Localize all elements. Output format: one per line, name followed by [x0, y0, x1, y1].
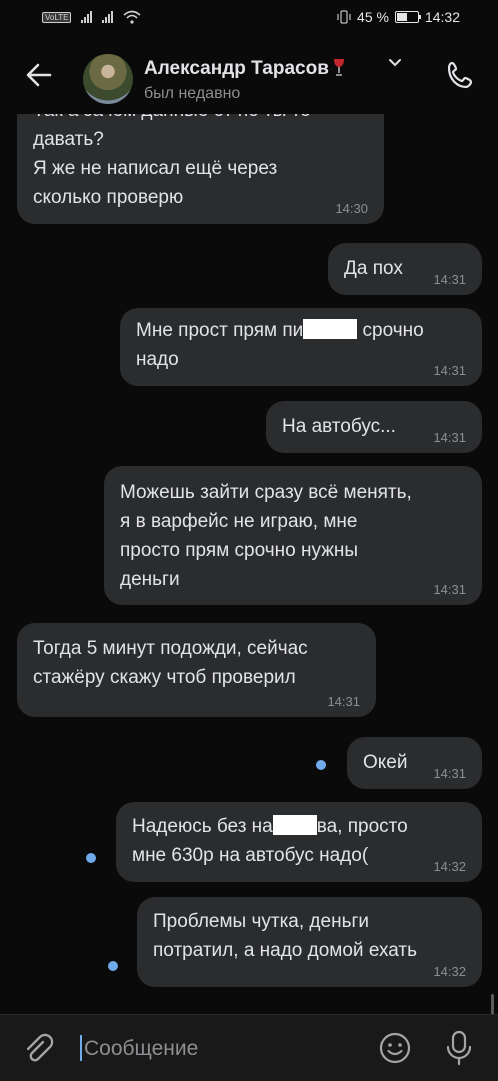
status-left: VoLTE	[42, 10, 141, 24]
contact-status: был недавно	[144, 85, 241, 102]
message-bubble[interactable]: Так а зачем данные от но ты то давать? Я…	[17, 114, 384, 224]
contact-name-row[interactable]: Александр Тарасов	[144, 58, 345, 80]
message-text: Проблемы чутка, деньги потратил, а надо …	[153, 911, 418, 961]
message-text: Тогда 5 минут подожди, сейчас стажёру ск…	[33, 638, 308, 688]
status-right: 45 % 14:32	[337, 9, 460, 25]
signal-icon-2	[102, 11, 114, 23]
text-caret	[80, 1035, 82, 1061]
redaction-block	[272, 815, 317, 835]
message-time: 14:31	[433, 766, 466, 781]
scrollbar[interactable]	[491, 994, 494, 1014]
message-bubble[interactable]: Тогда 5 минут подожди, сейчас стажёру ск…	[17, 623, 376, 717]
message-bubble[interactable]: Проблемы чутка, деньги потратил, а надо …	[137, 897, 482, 987]
arrow-left-icon	[26, 63, 52, 87]
unread-dot	[108, 961, 118, 971]
message-bubble[interactable]: Можешь зайти сразу всё менять, я в варфе…	[104, 466, 482, 605]
message-bubble[interactable]: Да пох 14:31	[328, 243, 482, 295]
vibrate-icon	[337, 10, 351, 24]
battery-icon	[394, 11, 421, 23]
contact-name: Александр Тарасов	[144, 58, 329, 79]
emoji-button[interactable]	[378, 1031, 412, 1065]
smile-icon	[379, 1032, 411, 1064]
message-time: 14:31	[327, 694, 360, 709]
attach-button[interactable]	[22, 1031, 56, 1065]
battery-percent: 45 %	[357, 9, 389, 25]
message-text: Можешь зайти сразу всё менять, я в варфе…	[120, 482, 412, 590]
voice-message-button[interactable]	[444, 1029, 474, 1067]
message-text: Надеюсь без на ва, просто мне 630р на авт…	[132, 812, 466, 870]
microphone-icon	[446, 1030, 472, 1066]
message-time: 14:31	[433, 582, 466, 597]
unread-dot	[316, 760, 326, 770]
chevron-down-icon[interactable]	[388, 56, 402, 70]
message-time: 14:31	[433, 272, 466, 287]
wine-glass-icon	[333, 59, 344, 76]
message-text: Мне прост прям пи срочно надо	[136, 316, 466, 374]
message-time: 14:32	[433, 859, 466, 874]
message-text-part: Надеюсь без на	[132, 816, 273, 837]
volte-badge: VoLTE	[42, 11, 72, 23]
message-composer	[0, 1014, 498, 1081]
message-bubble[interactable]: На автобус... 14:31	[266, 401, 482, 453]
message-time: 14:30	[335, 201, 368, 216]
message-text: Так а зачем данные от но ты то давать? Я…	[33, 114, 311, 208]
redaction-block	[303, 319, 358, 339]
unread-dot	[86, 853, 96, 863]
message-bubble[interactable]: Окей 14:31	[347, 737, 482, 789]
phone-icon	[447, 61, 473, 89]
message-input-wrap[interactable]	[78, 1029, 366, 1069]
message-time: 14:31	[433, 430, 466, 445]
message-bubble[interactable]: Мне прост прям пи срочно надо 14:31	[120, 308, 482, 386]
status-bar: VoLTE 45 % 14:32	[0, 0, 498, 36]
message-text-part: Мне прост прям пи	[136, 320, 304, 341]
signal-icon	[81, 11, 93, 23]
message-time: 14:32	[433, 964, 466, 979]
message-input[interactable]	[78, 1029, 366, 1069]
chat-header: Александр Тарасов был недавно	[0, 36, 498, 114]
back-button[interactable]	[22, 58, 56, 92]
wifi-icon	[123, 10, 141, 24]
paperclip-icon	[26, 1033, 54, 1062]
avatar[interactable]	[83, 54, 133, 104]
message-bubble[interactable]: Надеюсь без на ва, просто мне 630р на авт…	[116, 802, 482, 882]
message-time: 14:31	[433, 363, 466, 378]
call-button[interactable]	[444, 58, 478, 92]
message-list[interactable]: Так а зачем данные от но ты то давать? Я…	[0, 114, 498, 1014]
clock: 14:32	[424, 9, 460, 25]
